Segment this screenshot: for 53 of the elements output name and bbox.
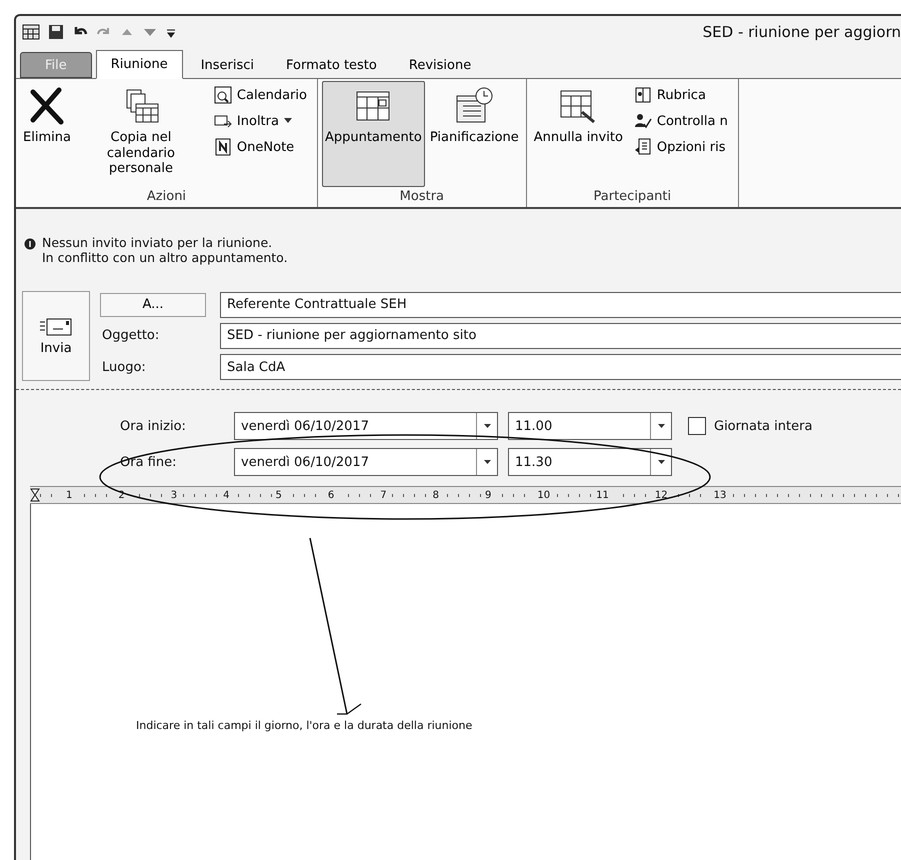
ribbon-tab[interactable]: Inserisci (186, 52, 268, 78)
date-dropdown[interactable]: venerdì 06/10/2017 (234, 412, 498, 440)
save-icon[interactable] (48, 24, 64, 40)
subject-label: Oggetto: (101, 328, 160, 344)
dropdown-caret-icon (484, 460, 490, 464)
window-title: SED - riunione per aggiorn (702, 23, 901, 41)
address-book-icon (634, 86, 652, 104)
location-label: Luogo: (101, 360, 147, 375)
time-dropdown[interactable]: 11.00 (508, 412, 672, 440)
all-day-label: Giornata intera (714, 418, 812, 434)
to-field[interactable]: Referente Contrattuale SEH (220, 292, 901, 318)
ribbon-button[interactable]: Controlla n (632, 109, 730, 133)
ribbon-button[interactable]: Elimina (20, 81, 74, 187)
time-dropdown[interactable]: 11.30 (508, 448, 672, 476)
envelope-icon (39, 316, 73, 336)
dropdown-caret-icon (484, 424, 490, 428)
ribbon-button[interactable]: Rubrica (632, 83, 730, 107)
date-dropdown[interactable]: venerdì 06/10/2017 (234, 448, 498, 476)
send-button[interactable]: Invia (22, 291, 90, 381)
ruler-number: 1 (62, 490, 76, 500)
indent-marker-icon (30, 488, 40, 502)
time-label: Ora fine: (120, 454, 178, 470)
annotation-text: Indicare in tali campi il giorno, l'ora e la durata della riunione (136, 719, 472, 732)
ribbon-button[interactable]: Calendario (212, 83, 309, 107)
calendar-search-icon (214, 86, 232, 104)
ribbon-button[interactable]: Annulla invito (530, 81, 626, 187)
location-field[interactable]: Sala CdA (220, 354, 901, 380)
ribbon-tab[interactable]: Revisione (394, 52, 486, 78)
to-button[interactable]: A... (100, 292, 206, 317)
ribbon-button[interactable]: Inoltra (212, 109, 309, 133)
subject-field[interactable]: SED - riunione per aggiornamento sito (220, 322, 901, 349)
info-message: Nessun invito inviato per la riunione. (42, 235, 274, 250)
info-message: In conflitto con un altro appuntamento. (42, 250, 288, 265)
notebook-icon (214, 138, 232, 156)
calendar-icon[interactable] (22, 24, 40, 40)
group-label: Azioni (146, 188, 188, 206)
document-options-icon (634, 138, 652, 156)
ribbon-button[interactable]: Opzioni ris (632, 135, 730, 159)
ribbon-button[interactable]: OneNote (212, 135, 309, 159)
dropdown-caret-icon (658, 460, 664, 464)
ruler-number: 6 (324, 490, 338, 500)
dropdown-caret-icon (658, 424, 664, 428)
group-label: Partecipanti (592, 188, 672, 206)
group-label: Mostra (398, 188, 446, 206)
info-icon (24, 238, 36, 250)
checkbox[interactable] (688, 417, 706, 435)
ribbon-button[interactable]: Pianificazione (426, 81, 522, 187)
ribbon-tab[interactable]: Formato testo (272, 52, 391, 78)
time-label: Ora inizio: (120, 418, 187, 434)
ribbon-button[interactable]: Copia nel calendario personale (76, 81, 206, 187)
ribbon-button[interactable]: Appuntamento (322, 81, 425, 187)
ribbon-tab[interactable]: Riunione (96, 50, 183, 79)
person-check-icon (634, 112, 652, 130)
